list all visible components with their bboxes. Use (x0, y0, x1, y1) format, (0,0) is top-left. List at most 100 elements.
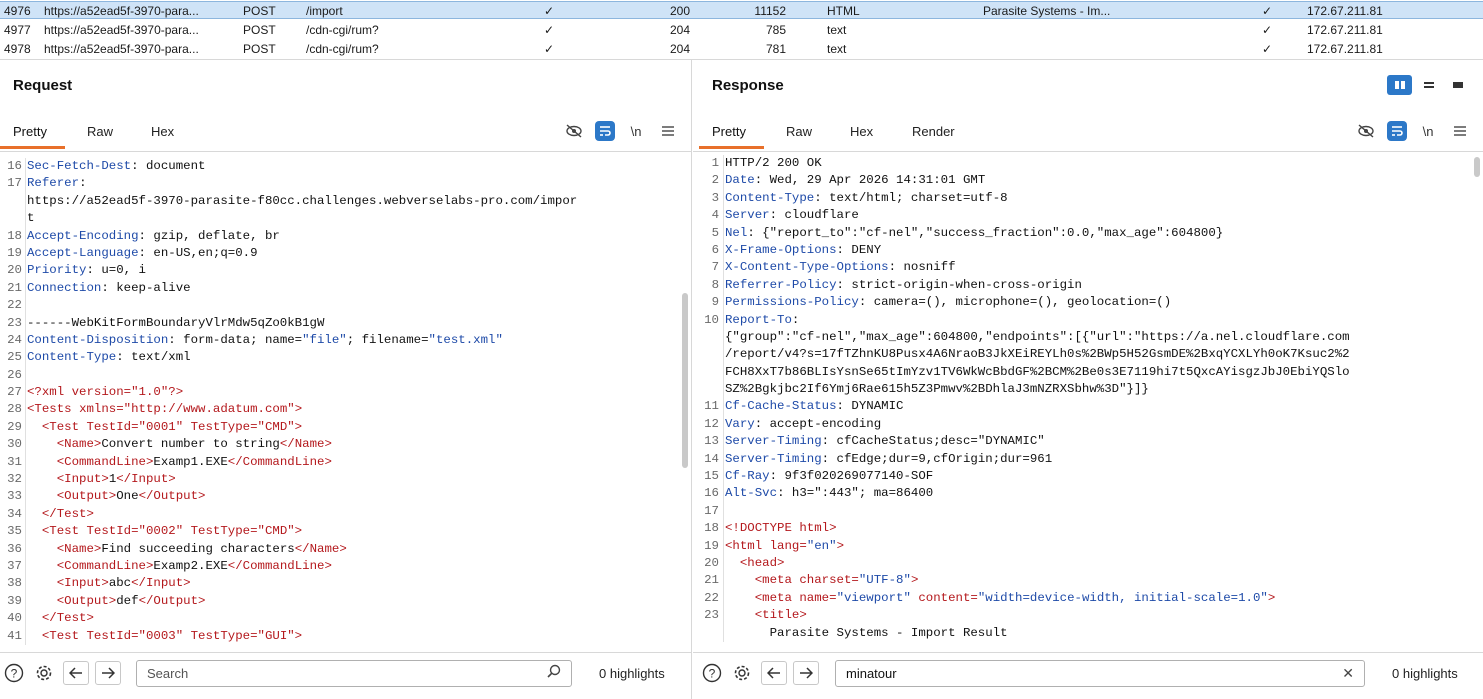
tab-hex[interactable]: Hex (151, 124, 174, 139)
line-number: 39 (7, 593, 22, 608)
line-content: HTTP/2 200 OK (723, 155, 1469, 173)
code-line: t (0, 210, 677, 228)
line-content (723, 502, 1469, 521)
code-line: 28 <Tests xmlns="http://www.adatum.com"> (0, 401, 677, 419)
newline-toggle[interactable]: \n (1417, 121, 1439, 141)
wrap-lines-icon[interactable] (595, 121, 615, 141)
code-line: 26 (0, 366, 677, 385)
request-search-input[interactable]: Search (136, 660, 572, 687)
help-icon[interactable]: ? (2, 661, 26, 685)
line-number: 22 (7, 298, 22, 313)
newline-toggle[interactable]: \n (625, 121, 647, 141)
line-content: <Test TestId="0003" TestType="GUI"> (25, 627, 677, 645)
row-ip: 172.67.211.81 (1307, 42, 1383, 56)
response-scrollbar[interactable] (1474, 157, 1480, 177)
line-number: 17 (7, 176, 22, 191)
menu-icon[interactable] (657, 121, 679, 141)
code-line: 38 <Input>abc</Input> (0, 575, 677, 593)
tab-render[interactable]: Render (912, 124, 955, 139)
code-line: 20 <head> (693, 554, 1469, 573)
code-token: <CommandLine> (56, 454, 154, 469)
next-arrow-icon[interactable] (793, 661, 819, 685)
hide-nonprintable-icon[interactable] (1355, 121, 1377, 141)
line-content: <Name>Find succeeding characters</Name> (25, 540, 677, 558)
code-token: Content-Disposition (27, 332, 169, 347)
line-content: <Tests xmlns="http://www.adatum.com"> (25, 401, 677, 419)
code-token: t (27, 211, 35, 226)
code-line: 17 (693, 502, 1469, 521)
code-token: https://a52ead5f-3970-parasite-f80cc.cha… (27, 193, 578, 208)
code-token: xmlns="http://www.adatum.com" (79, 402, 295, 417)
code-line: 32 <Input>1</Input> (0, 471, 677, 489)
history-row[interactable]: 4977 https://a52ead5f-3970-para... POST … (0, 21, 1483, 39)
tab-raw[interactable]: Raw (786, 124, 812, 139)
code-token: : (791, 312, 800, 327)
line-number: 11 (704, 399, 719, 414)
line-content: <!DOCTYPE html> (723, 520, 1469, 538)
response-search-input[interactable]: minatour ✕ (835, 660, 1365, 687)
code-token: <meta (754, 573, 800, 588)
code-line: 6 X-Frame-Options: DENY (693, 241, 1469, 260)
code-token: : 9f3f020269077140-SOF (769, 469, 934, 484)
code-line: 39 <Output>def</Output> (0, 592, 677, 611)
help-icon[interactable]: ? (700, 661, 724, 685)
history-row[interactable]: 4978 https://a52ead5f-3970-para... POST … (0, 40, 1483, 58)
line-content: Vary: accept-encoding (723, 415, 1469, 434)
code-token: Permissions-Policy (725, 295, 859, 310)
code-token: <Input> (56, 472, 109, 487)
code-token: : document (131, 159, 206, 173)
line-number: 28 (7, 402, 22, 417)
code-token: "viewport" (836, 590, 911, 605)
line-content: SZ%2Bgkjbc2If6Ymj6Rae615h5Z3Pmwv%2BDhlaJ… (723, 381, 1469, 399)
hide-nonprintable-icon[interactable] (563, 121, 585, 141)
line-content: </Test> (25, 505, 677, 524)
code-line: 30 <Name>Convert number to string</Name> (0, 436, 677, 454)
response-editor[interactable]: 1 HTTP/2 200 OK 2 Date: Wed, 29 Apr 2026 14… (693, 153, 1483, 652)
split-horizontal-icon[interactable] (1387, 75, 1412, 95)
request-editor[interactable]: 16 Sec-Fetch-Dest: document 17 Referer: http… (0, 153, 691, 652)
code-line: 4 Server: cloudflare (693, 207, 1469, 225)
code-line: 18 Accept-Encoding: gzip, deflate, br (0, 227, 677, 245)
single-pane-icon[interactable] (1445, 75, 1470, 95)
code-token: <?xml version="1.0"?> (27, 385, 184, 400)
request-code: 16 Sec-Fetch-Dest: document 17 Referer: http… (0, 158, 677, 645)
previous-arrow-icon[interactable] (761, 661, 787, 685)
tab-pretty[interactable]: Pretty (699, 124, 764, 149)
code-token: Sec-Fetch-Dest (27, 159, 132, 173)
menu-icon[interactable] (1449, 121, 1471, 141)
previous-arrow-icon[interactable] (63, 661, 89, 685)
code-token: <head> (739, 555, 785, 570)
row-method: POST (243, 4, 276, 18)
line-content: Server: cloudflare (723, 207, 1469, 225)
clear-search-icon[interactable]: ✕ (1342, 661, 1354, 686)
tab-hex[interactable]: Hex (850, 124, 873, 139)
code-line: 41 <Test TestId="0003" TestType="GUI"> (0, 627, 677, 645)
code-token: : {"report_to":"cf-nel","success_fractio… (747, 225, 1224, 240)
row-method: POST (243, 42, 276, 56)
row-mime: text (827, 23, 847, 37)
code-line: 5 Nel: {"report_to":"cf-nel","success_fra… (693, 224, 1469, 242)
code-token: : strict-origin-when-cross-origin (836, 277, 1082, 292)
line-content: <html lang="en"> (723, 537, 1469, 555)
line-content: <Test TestId="0001" TestType="CMD"> (25, 418, 677, 437)
settings-gear-icon[interactable] (730, 661, 754, 685)
request-scrollbar[interactable] (682, 293, 688, 468)
tab-raw[interactable]: Raw (87, 124, 113, 139)
code-token: Nel (725, 225, 748, 240)
tab-pretty[interactable]: Pretty (0, 124, 65, 149)
history-row[interactable]: 4976 https://a52ead5f-3970-para... POST … (0, 1, 1483, 19)
code-token: : camera=(), microphone=(), geolocation=… (858, 295, 1172, 310)
settings-gear-icon[interactable] (32, 661, 56, 685)
code-line: 2 Date: Wed, 29 Apr 2026 14:31:01 GMT (693, 172, 1469, 190)
line-content: <Name>Convert number to string</Name> (25, 436, 677, 454)
wrap-lines-icon[interactable] (1387, 121, 1407, 141)
line-content: Cf-Ray: 9f3f020269077140-SOF (723, 468, 1469, 486)
line-number (0, 210, 25, 227)
next-arrow-icon[interactable] (95, 661, 121, 685)
code-token: </Output> (138, 489, 206, 504)
split-vertical-icon[interactable] (1416, 75, 1441, 95)
